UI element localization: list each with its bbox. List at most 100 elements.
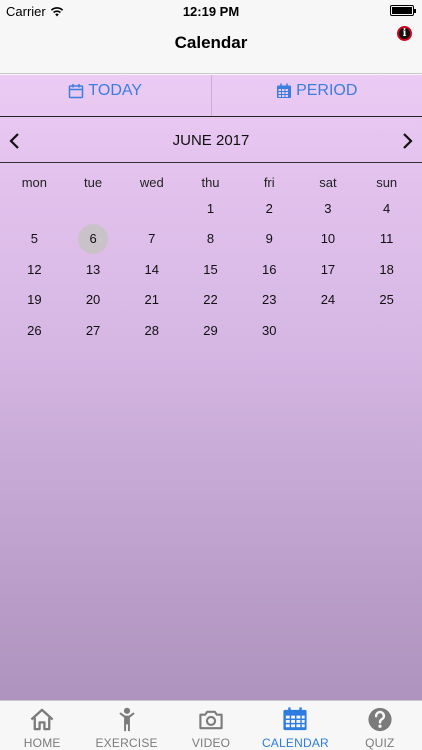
weekday-label: wed <box>139 175 164 190</box>
day-number: 19 <box>27 292 42 308</box>
tab-period[interactable]: PERIOD <box>210 75 422 116</box>
question-icon <box>368 707 392 732</box>
home-icon <box>30 708 54 731</box>
weekday-label: mon <box>21 175 47 190</box>
day-cell[interactable]: 13 <box>64 254 123 285</box>
weekday-label: fri <box>263 175 275 190</box>
day-cell[interactable]: 5 <box>5 224 64 255</box>
day-number: 12 <box>27 261 42 277</box>
day-cell[interactable]: 2 <box>240 193 299 224</box>
day-cell[interactable]: 22 <box>181 285 240 316</box>
day-number: 15 <box>203 261 218 277</box>
day-number: 11 <box>379 231 394 247</box>
day-number: 28 <box>144 322 160 338</box>
weekday-label: sun <box>376 175 398 190</box>
day-cell[interactable]: 8 <box>181 224 240 255</box>
next-month-button[interactable] <box>397 130 419 152</box>
day-number: 29 <box>203 322 218 338</box>
weekday-label: tue <box>84 175 103 190</box>
day-number: 25 <box>379 292 394 308</box>
day-number: 8 <box>206 231 215 247</box>
day-cell[interactable]: 15 <box>181 254 240 285</box>
day-cell[interactable]: 24 <box>299 285 358 316</box>
day-cell[interactable]: 14 <box>122 254 181 285</box>
calendar-grid-icon <box>277 83 292 98</box>
day-cell[interactable]: 28 <box>122 315 181 346</box>
tab-calendar-label: CALENDAR <box>261 736 329 750</box>
tab-video[interactable]: VIDEO <box>169 701 253 750</box>
weekday-header: mon tue wed thu fri sat sun <box>5 175 416 190</box>
day-cell[interactable]: 12 <box>5 254 64 285</box>
day-blank <box>64 193 123 224</box>
tab-today-label: TODAY <box>88 81 143 99</box>
tab-home-label: HOME <box>23 736 61 750</box>
day-number: 5 <box>30 231 38 247</box>
day-cell[interactable]: 18 <box>357 254 416 285</box>
day-number: 23 <box>261 292 277 308</box>
day-number: 22 <box>203 292 218 308</box>
tab-exercise-label: EXERCISE <box>95 736 158 750</box>
tab-video-label: VIDEO <box>191 736 231 750</box>
day-number: 9 <box>265 231 273 247</box>
day-cell[interactable]: 26 <box>5 315 64 346</box>
day-number: 6 <box>78 223 109 254</box>
battery-icon <box>390 5 416 16</box>
month-navigation: JUNE 2017 <box>0 119 422 163</box>
day-cell[interactable]: 21 <box>122 285 181 316</box>
day-cell[interactable]: 1 <box>181 193 240 224</box>
day-cell-selected[interactable]: 6 <box>64 223 123 255</box>
day-number: 4 <box>383 200 391 216</box>
day-cell[interactable]: 30 <box>240 315 299 346</box>
day-cell[interactable]: 17 <box>299 254 358 285</box>
tab-today[interactable]: TODAY <box>0 75 211 116</box>
weekday-label: sat <box>319 175 337 190</box>
day-blank <box>122 193 181 224</box>
calendar-view: TODAY PERIOD JUNE 2017 mon tue wed thu f… <box>0 75 422 700</box>
day-grid: 1 2 3 4 5 6 7 8 9 10 11 12 13 14 15 16 17 18 19 20 21 22 23 24 2… <box>5 193 416 346</box>
tab-calendar[interactable]: CALENDAR <box>253 701 337 750</box>
day-cell[interactable]: 23 <box>240 285 299 316</box>
chevron-right-icon <box>403 133 413 149</box>
page-title: Calendar <box>174 33 248 52</box>
status-bar: Carrier 12:19 PM <box>0 0 422 22</box>
day-cell[interactable]: 3 <box>299 193 358 224</box>
day-blank <box>5 193 64 224</box>
day-number: 30 <box>261 322 277 338</box>
info-button[interactable]: i <box>397 26 412 41</box>
day-number: 20 <box>85 292 101 308</box>
weekday-label: thu <box>201 175 220 190</box>
day-number: 16 <box>261 261 277 277</box>
day-cell[interactable]: 10 <box>299 224 358 255</box>
calendar-icon <box>283 707 307 731</box>
day-cell[interactable]: 27 <box>64 315 123 346</box>
navigation-bar: Calendar i <box>0 22 422 74</box>
day-cell[interactable]: 7 <box>122 224 181 255</box>
day-number: 17 <box>320 261 336 277</box>
day-cell[interactable]: 16 <box>240 254 299 285</box>
camera-icon <box>199 710 223 730</box>
segment-tabs: TODAY PERIOD <box>0 75 422 117</box>
status-time: 12:19 PM <box>182 4 240 19</box>
day-number: 27 <box>85 322 101 338</box>
day-cell[interactable]: 9 <box>240 224 299 255</box>
bottom-tab-bar: HOME EXERCISE VIDEO CALENDAR QUIZ <box>0 700 422 750</box>
day-number: 24 <box>320 292 336 308</box>
day-number: 2 <box>265 200 273 216</box>
tab-period-label: PERIOD <box>296 81 358 99</box>
day-cell[interactable]: 19 <box>5 285 64 316</box>
day-cell[interactable]: 11 <box>357 224 416 255</box>
day-number: 13 <box>85 261 101 277</box>
tab-exercise[interactable]: EXERCISE <box>84 701 168 750</box>
info-icon: i <box>402 27 407 39</box>
tab-quiz[interactable]: QUIZ <box>338 701 422 750</box>
day-cell[interactable]: 29 <box>181 315 240 346</box>
day-number: 26 <box>27 322 42 338</box>
day-number: 18 <box>379 261 394 277</box>
tab-quiz-label: QUIZ <box>365 736 395 750</box>
day-number: 7 <box>148 231 156 247</box>
day-cell[interactable]: 20 <box>64 285 123 316</box>
day-number: 3 <box>324 200 332 216</box>
day-cell[interactable]: 4 <box>357 193 416 224</box>
tab-home[interactable]: HOME <box>0 701 84 750</box>
day-cell[interactable]: 25 <box>357 285 416 316</box>
